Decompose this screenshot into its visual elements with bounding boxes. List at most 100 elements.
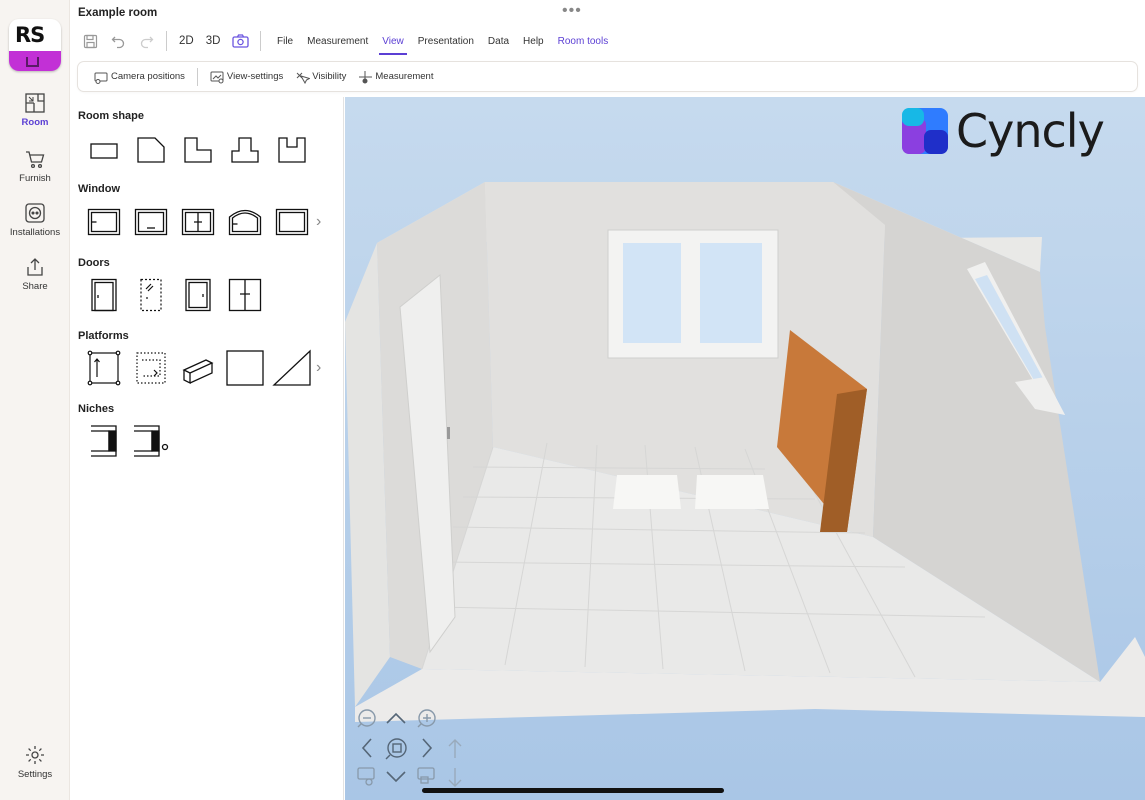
visibility-label: Visibility: [312, 71, 347, 82]
logo-house-icon: [26, 57, 39, 67]
measurement-icon: [359, 70, 373, 83]
door-frame-icon[interactable]: [174, 277, 221, 313]
save-button[interactable]: [76, 29, 104, 53]
gear-icon: [26, 746, 44, 764]
main-menu: File Measurement View Presentation Data …: [270, 28, 616, 55]
window-double-icon[interactable]: [174, 204, 221, 240]
menu-presentation[interactable]: Presentation: [411, 28, 481, 54]
door-glass-icon[interactable]: [127, 277, 174, 313]
room-shape-rectangle-icon[interactable]: [80, 132, 127, 168]
undo-button[interactable]: [104, 29, 132, 53]
platform-square-icon[interactable]: [221, 350, 268, 386]
toolbar-divider: [166, 31, 167, 51]
rail-item-label: Room: [21, 117, 49, 128]
rail-item-furnish[interactable]: Furnish: [0, 148, 70, 184]
rail-item-room[interactable]: Room: [0, 92, 70, 128]
menu-help[interactable]: Help: [516, 28, 551, 54]
window-more-chevron-icon[interactable]: ›: [316, 213, 321, 231]
measurement-tool-button[interactable]: Measurement: [352, 70, 439, 84]
camera-positions-button[interactable]: Camera positions: [88, 70, 191, 84]
pan-right-icon[interactable]: [422, 738, 433, 758]
door-single-icon[interactable]: [80, 277, 127, 313]
save-icon: [83, 34, 97, 48]
platform-dotted-icon[interactable]: [127, 350, 174, 386]
toolbar-divider: [260, 31, 262, 51]
camera-positions-icon: [94, 72, 108, 84]
visibility-button[interactable]: Visibility: [289, 70, 352, 84]
pan-left-icon[interactable]: [361, 738, 372, 758]
camera-button[interactable]: [226, 29, 254, 53]
move-down-icon[interactable]: [448, 768, 462, 787]
window-fixed-icon[interactable]: [268, 204, 315, 240]
niche-icon[interactable]: [80, 423, 127, 459]
view-2d-button[interactable]: 2D: [173, 35, 200, 47]
view-3d-button[interactable]: 3D: [200, 35, 227, 47]
platforms-row: [80, 349, 315, 386]
app-logo[interactable]: RS: [9, 19, 61, 71]
view-settings-icon: [210, 71, 224, 83]
room-shape-t-icon[interactable]: [221, 132, 268, 168]
measurement-tool-label: Measurement: [375, 71, 434, 82]
pan-down-icon[interactable]: [386, 771, 406, 783]
niches-row: [80, 423, 174, 459]
window-single-icon[interactable]: [80, 204, 127, 240]
brand-logo: Cyncly: [902, 104, 1105, 158]
zoom-fit-icon[interactable]: [385, 738, 407, 760]
app-window: RS Room Furnish Installations Share Sett…: [0, 0, 1145, 800]
platform-ramp-icon[interactable]: [268, 349, 315, 386]
rail-item-share[interactable]: Share: [0, 256, 70, 292]
undo-icon: [111, 36, 124, 48]
view-settings-label: View-settings: [226, 71, 284, 82]
logo-text: RS: [15, 23, 45, 47]
viewport-nav-controls: [355, 706, 475, 800]
3d-viewport[interactable]: [345, 97, 1145, 800]
view-settings-button[interactable]: View-settings: [204, 70, 289, 84]
camera-view-icon[interactable]: [357, 767, 375, 786]
pan-up-icon[interactable]: [386, 712, 406, 724]
platform-slab-icon[interactable]: [174, 350, 221, 386]
platform-resize-icon[interactable]: [80, 350, 127, 386]
niche-rounded-icon[interactable]: [127, 423, 174, 459]
power-outlet-icon: [25, 203, 45, 223]
zoom-out-icon[interactable]: [357, 709, 376, 728]
room-tools-panel: Room shape Window › Doors Platforms › Ni…: [70, 97, 344, 800]
room-shape-cut-corner-icon[interactable]: [127, 132, 174, 168]
window-arched-icon[interactable]: [221, 204, 268, 240]
home-indicator: [422, 788, 724, 793]
menu-measurement[interactable]: Measurement: [300, 28, 375, 54]
window-bottom-icon[interactable]: [127, 204, 174, 240]
doors-row: [80, 277, 268, 313]
window-more-icon[interactable]: •••: [562, 2, 582, 20]
redo-button[interactable]: [132, 29, 160, 53]
room-title: Example room: [78, 7, 158, 19]
rail-item-label: Furnish: [19, 173, 51, 184]
section-title-platforms: Platforms: [78, 330, 129, 342]
rail-item-installations[interactable]: Installations: [0, 202, 70, 238]
section-title-room-shape: Room shape: [78, 110, 145, 122]
move-up-icon[interactable]: [448, 739, 462, 758]
rail-item-label: Installations: [9, 227, 61, 238]
room-shape-u-icon[interactable]: [268, 132, 315, 168]
rail-item-label: Settings: [17, 769, 53, 780]
room-3d-scene: [345, 182, 1145, 722]
menu-file[interactable]: File: [270, 28, 300, 54]
rail-item-label: Share: [22, 281, 48, 292]
zoom-in-icon[interactable]: [417, 709, 436, 728]
room-shape-l-icon[interactable]: [174, 132, 221, 168]
menu-data[interactable]: Data: [481, 28, 516, 54]
room-shape-row: [80, 132, 315, 168]
camera-save-icon[interactable]: [417, 767, 435, 784]
share-icon: [27, 258, 43, 276]
menu-view[interactable]: View: [375, 28, 411, 55]
rail-item-settings[interactable]: Settings: [0, 744, 70, 780]
room-plan-icon: [25, 93, 45, 113]
subbar-divider: [196, 67, 198, 86]
menu-room-tools[interactable]: Room tools: [551, 28, 616, 54]
door-double-icon[interactable]: [221, 277, 268, 313]
left-rail: RS Room Furnish Installations Share Sett…: [0, 0, 70, 800]
toolbar: 2D 3D: [76, 28, 267, 54]
redo-icon: [140, 36, 153, 48]
platforms-more-chevron-icon[interactable]: ›: [316, 359, 321, 377]
cart-icon: [26, 151, 45, 169]
brand-name: Cyncly: [956, 104, 1105, 158]
